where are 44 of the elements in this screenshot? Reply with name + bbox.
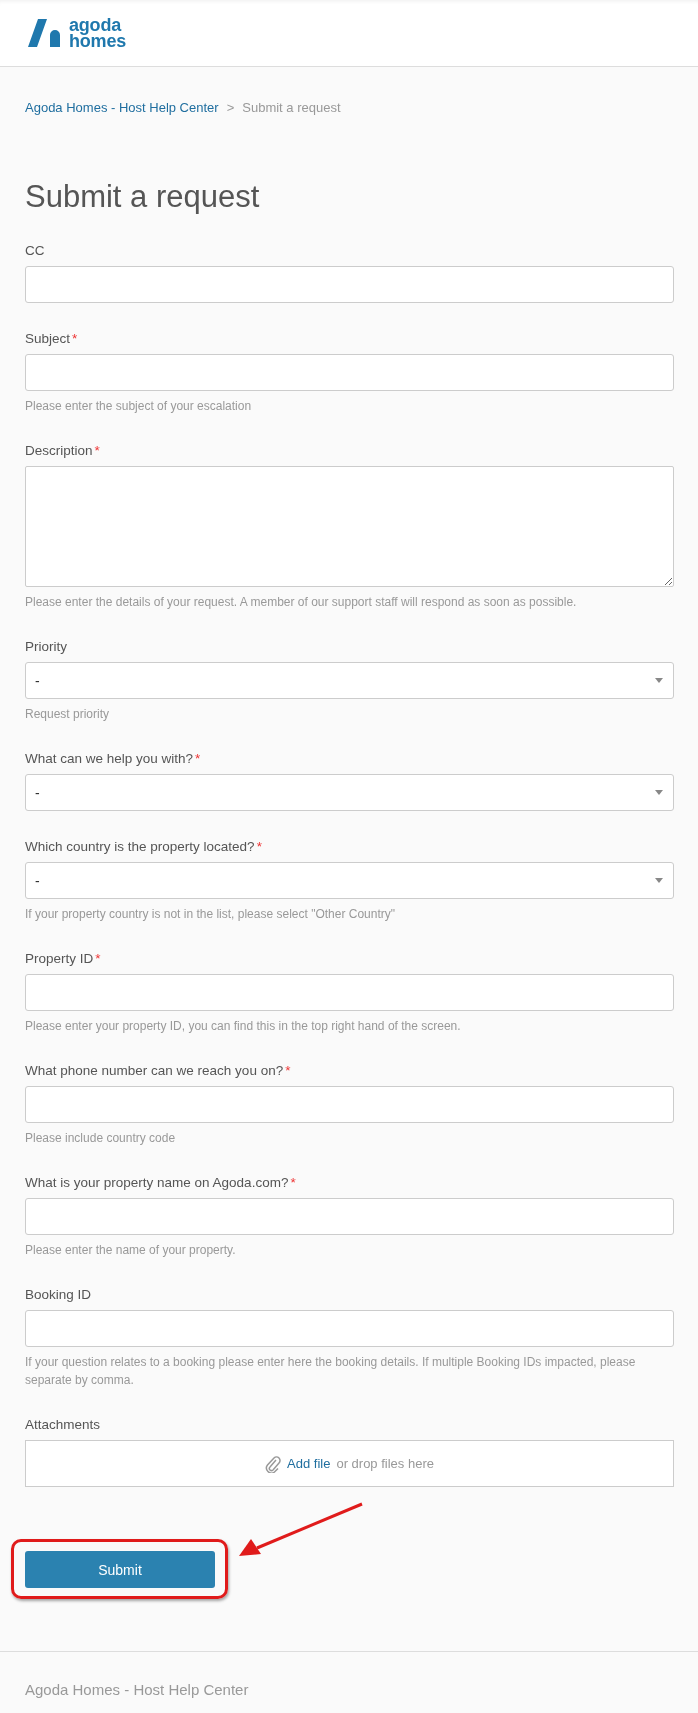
text-field[interactable] [25, 354, 674, 391]
field-hint: If your question relates to a booking please enter here the booking details. If multiple Booking IDs impacted, please separate by comma. [25, 1354, 637, 1389]
field-hint: Please enter your property ID, you can find this in the top right hand of the screen. [25, 1018, 462, 1035]
add-file-link[interactable]: Add file [287, 1456, 331, 1471]
field-hint: If your property country is not in the list, please select "Other Country" [25, 906, 397, 923]
field-hint: Please enter the name of your property. [25, 1242, 237, 1259]
logo-icon [28, 19, 61, 47]
field-label: Booking ID [25, 1286, 93, 1304]
field-label: Which country is the property located?* [25, 838, 263, 856]
field-label: Attachments [25, 1416, 102, 1434]
dropdown[interactable]: - [25, 774, 674, 811]
text-field[interactable] [25, 1086, 674, 1123]
description-field[interactable] [25, 466, 674, 587]
caret-icon [655, 678, 663, 683]
breadcrumb-current: Submit a request [242, 100, 341, 116]
field-label: What phone number can we reach you on?* [25, 1062, 292, 1080]
field-label: Description* [25, 442, 101, 460]
breadcrumb-separator: > [226, 100, 235, 116]
field-label: CC [25, 242, 46, 260]
file-drop-zone[interactable]: Add file or drop files here [25, 1440, 674, 1487]
paperclip-icon [265, 1454, 282, 1473]
text-field[interactable] [25, 1310, 674, 1347]
field-label: What can we help you with?* [25, 750, 202, 768]
field-label: Property ID* [25, 950, 102, 968]
breadcrumb-link[interactable]: Agoda Homes - Host Help Center [25, 100, 219, 116]
field-hint: Please enter the subject of your escalation [25, 398, 253, 415]
caret-icon [655, 790, 663, 795]
field-label: What is your property name on Agoda.com?* [25, 1174, 297, 1192]
field-hint: Request priority [25, 706, 111, 723]
dropdown[interactable]: - [25, 862, 674, 899]
logo-text: agoda homes [69, 17, 127, 49]
field-label: Subject* [25, 330, 79, 348]
text-field[interactable] [25, 1198, 674, 1235]
field-hint: Please enter the details of your request. A member of our support staff will respond as soon as possible. [25, 594, 578, 611]
page-title: Submit a request [25, 178, 261, 216]
footer-text: Agoda Homes - Host Help Center [25, 1681, 249, 1698]
text-field[interactable] [25, 974, 674, 1011]
drop-hint: or drop files here [336, 1456, 434, 1471]
caret-icon [655, 878, 663, 883]
submit-button[interactable]: Submit [25, 1551, 215, 1588]
field-hint: Please include country code [25, 1130, 177, 1147]
field-label: Priority [25, 638, 68, 656]
text-field[interactable] [25, 266, 674, 303]
dropdown[interactable]: - [25, 662, 674, 699]
